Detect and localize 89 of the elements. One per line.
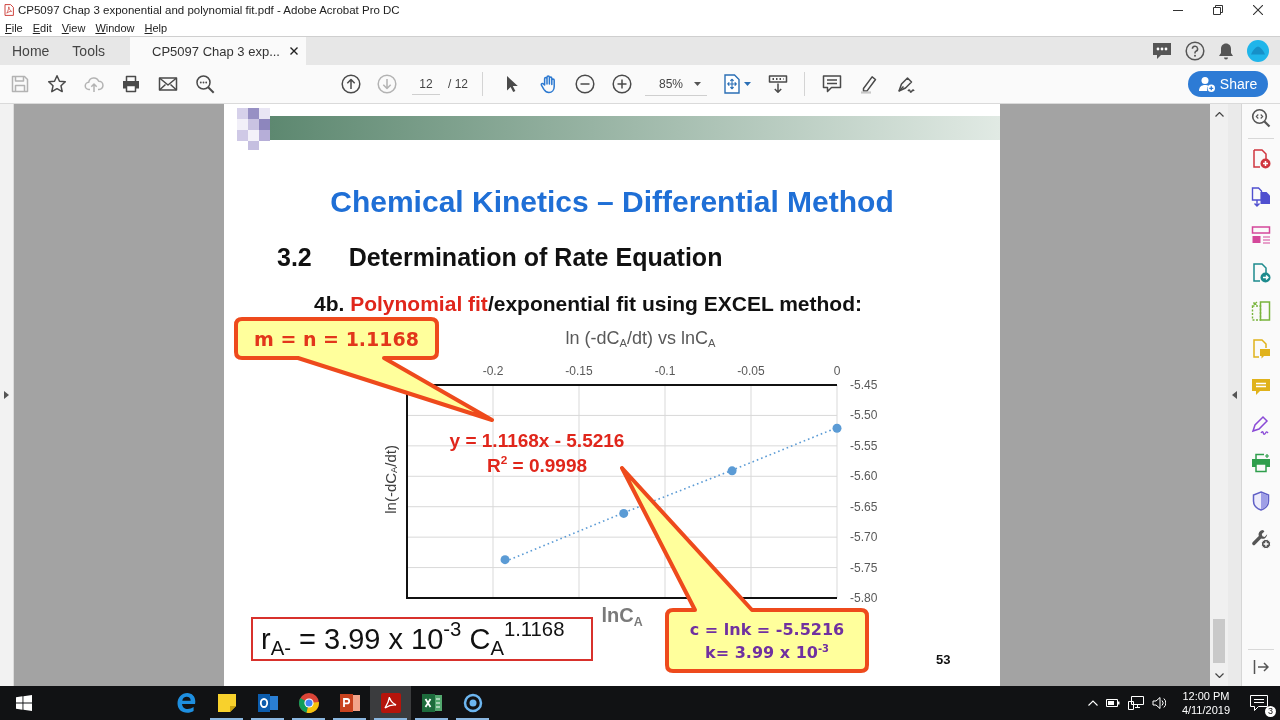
axis-tick-label: -0.05 bbox=[737, 364, 765, 378]
slides-icon bbox=[337, 691, 362, 715]
axis-tick-label: -5.80 bbox=[850, 591, 878, 605]
color-wheel-icon bbox=[296, 691, 321, 715]
star-icon[interactable] bbox=[47, 74, 67, 94]
callout-text: k= 3.99 x 10$^{-3}$ bbox=[705, 641, 829, 664]
tab[interactable]: Home bbox=[0, 37, 61, 65]
callout-text: m = n = 1.1168 bbox=[254, 326, 419, 351]
plus-circle-icon[interactable] bbox=[612, 74, 632, 94]
wrench-plus-icon[interactable] bbox=[1251, 529, 1271, 549]
mail-app-icon bbox=[255, 691, 280, 715]
pdf-icon bbox=[378, 691, 403, 715]
axis-tick-label: -5.45 bbox=[850, 378, 878, 392]
restore-icon[interactable] bbox=[1213, 5, 1223, 15]
document-arrow-icon[interactable] bbox=[1251, 263, 1271, 283]
clock-date[interactable]: 4/11/2019 bbox=[1181, 703, 1230, 717]
trendline-equation: R$^{2}$ = 0.9998 bbox=[486, 453, 588, 478]
menu-item[interactable]: View bbox=[61, 22, 86, 34]
envelope-icon[interactable] bbox=[158, 74, 178, 94]
axis-tick-label: -5.55 bbox=[850, 438, 878, 453]
collapse-arrow-icon[interactable] bbox=[1232, 391, 1237, 399]
search-icon[interactable] bbox=[195, 74, 215, 94]
caret-icon[interactable] bbox=[744, 82, 751, 86]
clock-time[interactable]: 12:00 PM bbox=[1182, 689, 1230, 703]
person-plus-icon bbox=[1198, 76, 1215, 92]
subheading: 4b. Polynomial fit/exponential fit using EXCEL method: bbox=[314, 292, 862, 316]
page-field[interactable]: 12 bbox=[412, 73, 440, 95]
close-icon[interactable] bbox=[289, 47, 298, 55]
callout-text: c = lnk = -5.5216 bbox=[689, 618, 845, 641]
hand-icon[interactable] bbox=[538, 74, 558, 94]
axis-tick-label: -0.15 bbox=[565, 364, 593, 378]
axis-tick-label: 0 bbox=[833, 364, 841, 378]
slide-title: Chemical Kinetics – Differential Method bbox=[330, 185, 894, 218]
documents-icon[interactable] bbox=[1251, 187, 1271, 207]
notification-icon[interactable] bbox=[1250, 695, 1268, 711]
axis-tick-label: -5.60 bbox=[850, 469, 878, 484]
menu-item[interactable]: Window bbox=[95, 22, 135, 34]
notification-count: 3 bbox=[1265, 706, 1276, 717]
menu-item[interactable]: Help bbox=[144, 22, 168, 34]
zoom-icon[interactable] bbox=[1251, 108, 1271, 128]
chevron-up-icon[interactable] bbox=[1087, 700, 1098, 706]
axis-tick-label: -0.1 bbox=[654, 364, 676, 378]
avatar-icon[interactable] bbox=[1247, 40, 1269, 62]
shield-icon[interactable] bbox=[1252, 491, 1270, 511]
page-number: 53 bbox=[936, 652, 951, 668]
axis-tick-label: -5.70 bbox=[850, 530, 878, 545]
tab[interactable]: Tools bbox=[60, 37, 117, 65]
help-icon[interactable] bbox=[1185, 41, 1205, 61]
sign-pen-icon[interactable] bbox=[896, 74, 916, 94]
scroll-mode-icon[interactable] bbox=[768, 74, 788, 94]
page-count: / 12 bbox=[448, 77, 468, 91]
tab[interactable]: CP5097 Chap 3 exp... bbox=[130, 37, 306, 65]
window-title: CP5097 Chap 3 exponential and polynomial fit.pdf - Adobe Acrobat Pro DC bbox=[18, 4, 400, 16]
highlighter-icon[interactable] bbox=[859, 74, 879, 94]
bell-icon[interactable] bbox=[1218, 42, 1234, 60]
zoom-field[interactable]: 85% bbox=[645, 72, 707, 96]
scrollbar-thumb[interactable] bbox=[1213, 619, 1225, 663]
windows-logo-icon[interactable] bbox=[16, 695, 32, 711]
axis-tick-label: -5.65 bbox=[850, 499, 878, 514]
minus-circle-icon[interactable] bbox=[575, 74, 595, 94]
network-icon[interactable] bbox=[1127, 696, 1144, 710]
pdf-file-icon bbox=[4, 4, 14, 16]
chat-icon[interactable] bbox=[1152, 42, 1172, 60]
trendline-equation: y = 1.1168x - 5.5216 bbox=[449, 429, 625, 453]
section-number: 3.2 bbox=[277, 243, 312, 271]
taskbar-button[interactable] bbox=[370, 686, 411, 720]
arrow-up-circle-icon[interactable] bbox=[341, 74, 361, 94]
section-title: Determination of Rate Equation bbox=[348, 243, 723, 271]
caret-icon bbox=[694, 81, 701, 86]
volume-icon[interactable] bbox=[1151, 696, 1166, 710]
menu-item[interactable]: File bbox=[5, 22, 23, 34]
document-plus-icon[interactable] bbox=[1251, 149, 1271, 169]
axis-tick-label: -0.2 bbox=[482, 364, 504, 378]
chart-title: ln (-dC$_{A}$/dt) vs lnC$_{A}$ bbox=[565, 328, 716, 348]
axis-tick-label: -5.75 bbox=[850, 560, 878, 575]
layout-icon[interactable] bbox=[1251, 225, 1271, 245]
close-icon[interactable] bbox=[1253, 5, 1263, 15]
spreadsheet-icon bbox=[419, 691, 444, 715]
share-button[interactable]: Share bbox=[1188, 71, 1268, 97]
printer-icon[interactable] bbox=[121, 74, 141, 94]
pen-icon[interactable] bbox=[1251, 415, 1271, 435]
battery-icon[interactable] bbox=[1105, 699, 1120, 707]
axis-tick-label: -5.50 bbox=[850, 408, 878, 423]
comment-icon[interactable] bbox=[822, 74, 842, 94]
menu-item[interactable]: Edit bbox=[32, 22, 52, 34]
expand-arrow-icon[interactable] bbox=[4, 391, 9, 399]
collapse-pane-icon[interactable] bbox=[1253, 660, 1269, 674]
fit-page-icon[interactable] bbox=[724, 74, 740, 94]
axis-label: lnC$_{A}$ bbox=[601, 604, 643, 626]
